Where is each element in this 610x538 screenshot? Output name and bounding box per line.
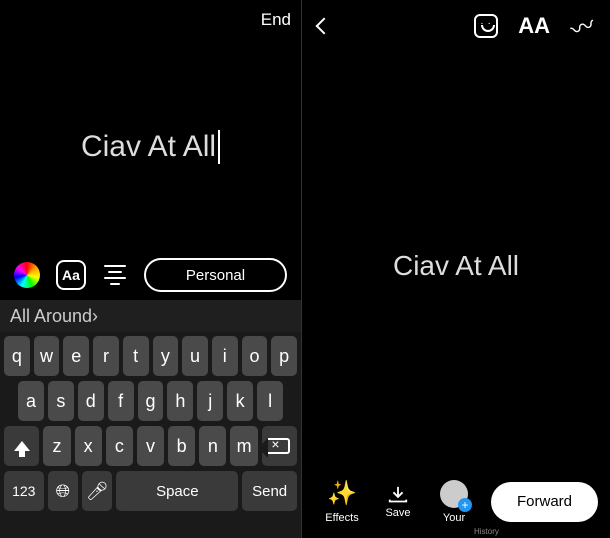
key-z[interactable]: z: [43, 426, 70, 466]
key-a[interactable]: a: [18, 381, 44, 421]
key-v[interactable]: v: [137, 426, 164, 466]
key-space[interactable]: Space: [116, 471, 238, 511]
text-tool-row: Aa Personal: [0, 258, 301, 292]
your-label: Your: [443, 512, 465, 524]
save-icon: [387, 485, 409, 503]
avatar-icon: [440, 480, 468, 508]
key-h[interactable]: h: [167, 381, 193, 421]
key-k[interactable]: k: [227, 381, 253, 421]
key-backspace[interactable]: [262, 426, 297, 466]
key-numeric[interactable]: 123: [4, 471, 44, 511]
history-label: History: [474, 527, 499, 536]
key-y[interactable]: y: [153, 336, 179, 376]
keyboard-row-4: 123 🌐︎ 🎤︎ Space Send: [4, 471, 297, 511]
color-picker-icon[interactable]: [14, 262, 40, 288]
story-text-value: Ciav At All: [81, 130, 216, 164]
preview-top-bar: AA 〰: [302, 8, 610, 43]
key-mic[interactable]: 🎤︎: [82, 471, 112, 511]
story-compose-pane: End Ciav At All Aa Personal All Around› …: [0, 0, 302, 538]
text-tool-icon[interactable]: AA: [518, 13, 550, 39]
shift-icon: [14, 441, 30, 451]
key-x[interactable]: x: [75, 426, 102, 466]
keyboard: q w e r t y u i o p a s d f g h j k l z …: [0, 332, 301, 538]
text-cursor: [218, 130, 220, 164]
key-u[interactable]: u: [182, 336, 208, 376]
story-text-input[interactable]: Ciav At All: [0, 130, 301, 164]
key-m[interactable]: m: [230, 426, 257, 466]
key-e[interactable]: e: [63, 336, 89, 376]
key-c[interactable]: c: [106, 426, 133, 466]
key-d[interactable]: d: [78, 381, 104, 421]
key-t[interactable]: t: [123, 336, 149, 376]
text-align-icon[interactable]: [102, 265, 128, 285]
end-label[interactable]: End: [261, 10, 291, 30]
key-i[interactable]: i: [212, 336, 238, 376]
key-s[interactable]: s: [48, 381, 74, 421]
globe-icon: 🌐︎: [56, 481, 70, 502]
key-r[interactable]: r: [93, 336, 119, 376]
save-button[interactable]: Save: [370, 485, 426, 519]
key-shift[interactable]: [4, 426, 39, 466]
key-l[interactable]: l: [257, 381, 283, 421]
key-p[interactable]: p: [271, 336, 297, 376]
backspace-icon: [268, 438, 290, 454]
preview-bottom-bar: ✨ Effects Save Your Forward: [302, 479, 610, 524]
key-q[interactable]: q: [4, 336, 30, 376]
effects-button[interactable]: ✨ Effects: [314, 479, 370, 524]
draw-icon[interactable]: 〰: [565, 5, 600, 46]
key-n[interactable]: n: [199, 426, 226, 466]
key-globe[interactable]: 🌐︎: [48, 471, 78, 511]
key-o[interactable]: o: [242, 336, 268, 376]
story-preview-pane: AA 〰 Ciav At All ✨ Effects Save Your For…: [302, 0, 610, 538]
keyboard-row-1: q w e r t y u i o p: [4, 336, 297, 376]
key-f[interactable]: f: [108, 381, 134, 421]
keyboard-row-2: a s d f g h j k l: [4, 381, 297, 421]
font-style-button[interactable]: Aa: [56, 260, 86, 290]
key-g[interactable]: g: [138, 381, 164, 421]
key-w[interactable]: w: [34, 336, 60, 376]
effects-icon: ✨: [327, 479, 357, 508]
key-j[interactable]: j: [197, 381, 223, 421]
key-b[interactable]: b: [168, 426, 195, 466]
font-name-pill[interactable]: Personal: [144, 258, 287, 292]
keyboard-row-3: z x c v b n m: [4, 426, 297, 466]
key-send[interactable]: Send: [242, 471, 297, 511]
sticker-icon[interactable]: [474, 14, 498, 38]
save-label: Save: [385, 507, 410, 519]
effects-label: Effects: [325, 512, 358, 524]
your-story-button[interactable]: Your: [426, 480, 482, 524]
mic-icon: 🎤︎: [86, 481, 109, 502]
preview-text: Ciav At All: [302, 250, 610, 282]
forward-button[interactable]: Forward: [491, 482, 598, 522]
keyboard-suggestion-bar[interactable]: All Around›: [0, 300, 301, 332]
back-icon[interactable]: [316, 17, 333, 34]
